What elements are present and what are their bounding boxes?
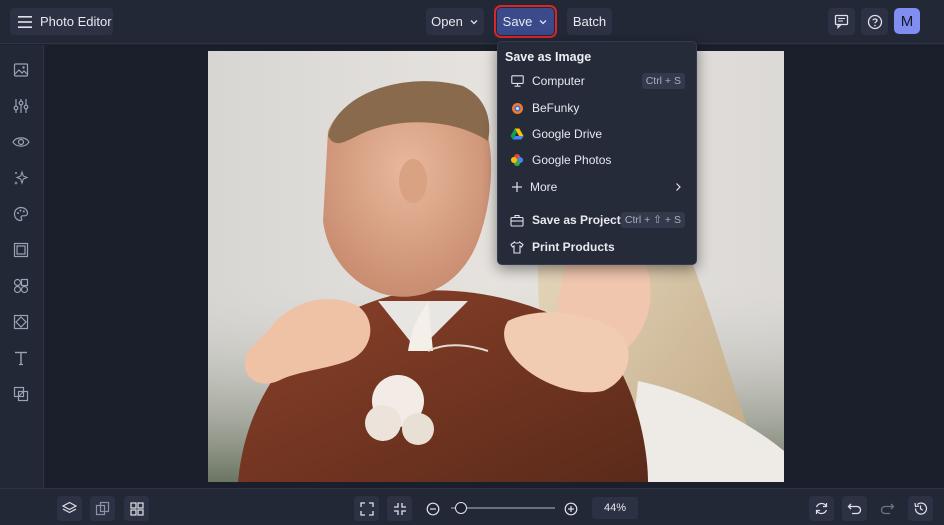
shapes-icon[interactable] [11, 276, 31, 296]
undo-icon [847, 503, 862, 515]
save-befunky-item[interactable]: BeFunky [498, 96, 696, 120]
google-photos-label: Google Photos [532, 153, 612, 167]
more-label: More [530, 180, 558, 194]
computer-label: Computer [532, 74, 585, 88]
save-button[interactable]: Save [494, 5, 557, 38]
google-drive-icon [510, 127, 524, 141]
computer-shortcut: Ctrl + S [641, 73, 685, 89]
actual-size-button[interactable] [387, 496, 412, 521]
history-icon [914, 502, 928, 515]
avatar-initial: M [900, 12, 914, 30]
save-computer-item[interactable]: Computer Ctrl + S [498, 69, 696, 93]
fullscreen-icon [359, 501, 374, 516]
frame-icon[interactable] [11, 240, 31, 260]
top-bar: Photo Editor Open Save Batch M [0, 0, 944, 44]
sparkle-icon[interactable] [11, 168, 31, 188]
eye-icon[interactable] [11, 132, 31, 152]
chevron-down-icon [470, 19, 478, 24]
layers-button[interactable] [57, 496, 82, 521]
save-google-photos-item[interactable]: Google Photos [498, 148, 696, 172]
plus-icon [510, 180, 524, 194]
image-icon[interactable] [11, 60, 31, 80]
photo-image [208, 51, 784, 482]
befunky-icon [510, 101, 524, 115]
undo-button[interactable] [842, 496, 867, 521]
batch-button[interactable]: Batch [567, 8, 612, 35]
save-as-project-label: Save as Project [532, 213, 621, 227]
chevron-right-icon [676, 183, 681, 191]
save-as-project-shortcut: Ctrl + ⇧ + S [620, 212, 685, 228]
adjustments-icon[interactable] [11, 96, 31, 116]
print-products-label: Print Products [532, 240, 615, 254]
refresh-icon [815, 502, 828, 515]
befunky-label: BeFunky [532, 101, 580, 115]
save-label: Save [502, 14, 533, 29]
tshirt-icon [510, 240, 524, 254]
compare-icon [95, 501, 110, 516]
google-drive-label: Google Drive [532, 127, 603, 141]
app-title: Photo Editor [40, 14, 112, 29]
redo-button[interactable] [875, 496, 900, 521]
layers-icon [62, 501, 77, 514]
avatar[interactable]: M [894, 8, 920, 34]
texture-icon[interactable] [11, 312, 31, 332]
help-icon [867, 14, 882, 29]
photo-canvas[interactable] [208, 51, 784, 482]
reset-button[interactable] [809, 496, 834, 521]
zoom-out-icon[interactable] [426, 502, 440, 516]
briefcase-icon [510, 213, 524, 227]
compare-button[interactable] [90, 496, 115, 521]
save-more-item[interactable]: More [498, 175, 696, 199]
shrink-icon [393, 502, 406, 515]
redo-icon [880, 503, 895, 515]
grid-icon [129, 501, 144, 516]
save-google-drive-item[interactable]: Google Drive [498, 122, 696, 146]
open-button[interactable]: Open [426, 8, 484, 35]
comment-icon [834, 14, 849, 29]
zoom-in-icon[interactable] [564, 502, 578, 516]
zoom-value[interactable]: 44% [592, 497, 638, 519]
save-as-project-item[interactable]: Save as Project Ctrl + ⇧ + S [498, 208, 696, 232]
comments-button[interactable] [828, 8, 855, 35]
history-button[interactable] [908, 496, 933, 521]
fit-screen-button[interactable] [354, 496, 379, 521]
help-button[interactable] [861, 8, 888, 35]
main-menu-button[interactable]: Photo Editor [10, 8, 113, 35]
google-photos-icon [510, 153, 524, 167]
print-products-item[interactable]: Print Products [498, 235, 696, 259]
monitor-icon [510, 74, 524, 88]
open-label: Open [431, 14, 463, 29]
overlay-icon[interactable] [11, 384, 31, 404]
save-as-image-header: Save as Image [505, 50, 592, 64]
batch-label: Batch [572, 14, 607, 29]
chevron-down-icon [539, 19, 547, 24]
text-icon[interactable] [11, 348, 31, 368]
hamburger-icon [18, 15, 32, 28]
palette-icon[interactable] [11, 204, 31, 224]
save-dropdown-menu: Save as Image Computer Ctrl + S BeFunky … [497, 41, 697, 265]
tool-sidebar [0, 45, 44, 488]
grid-button[interactable] [124, 496, 149, 521]
